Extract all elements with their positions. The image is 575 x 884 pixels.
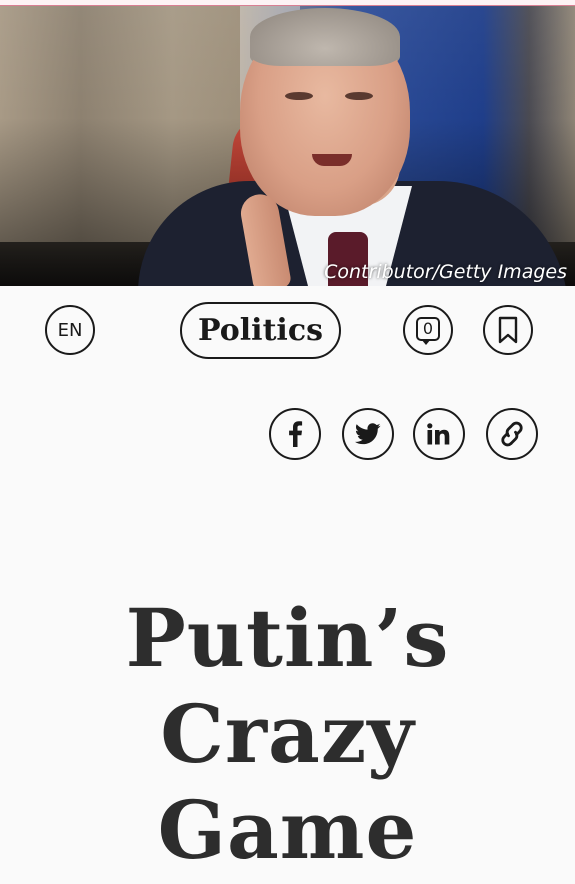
category-tag-label: Politics: [198, 313, 323, 348]
photo-credit: Contributor/Getty Images: [324, 261, 567, 283]
comment-count: 0: [416, 317, 440, 341]
comment-bubble-icon: [421, 339, 431, 345]
bookmark-button[interactable]: [483, 305, 533, 355]
copy-link-button[interactable]: [486, 408, 538, 460]
facebook-share-button[interactable]: [269, 408, 321, 460]
language-label: EN: [57, 319, 83, 341]
linkedin-share-button[interactable]: [413, 408, 465, 460]
hero-image: Contributor/Getty Images: [0, 6, 575, 286]
bookmark-icon: [498, 316, 518, 344]
article-headline: Putin’s Crazy Game: [0, 590, 575, 878]
headline-line-3: Game: [157, 783, 418, 877]
category-tag-button[interactable]: Politics: [180, 302, 341, 359]
twitter-share-button[interactable]: [342, 408, 394, 460]
language-button[interactable]: EN: [45, 305, 95, 355]
twitter-icon: [355, 423, 381, 445]
facebook-icon: [289, 421, 303, 447]
link-icon: [501, 421, 523, 447]
comments-button[interactable]: 0: [403, 305, 453, 355]
headline-line-2: Crazy: [160, 687, 415, 781]
headline-line-1: Putin’s: [125, 591, 450, 685]
linkedin-icon: [427, 423, 450, 445]
